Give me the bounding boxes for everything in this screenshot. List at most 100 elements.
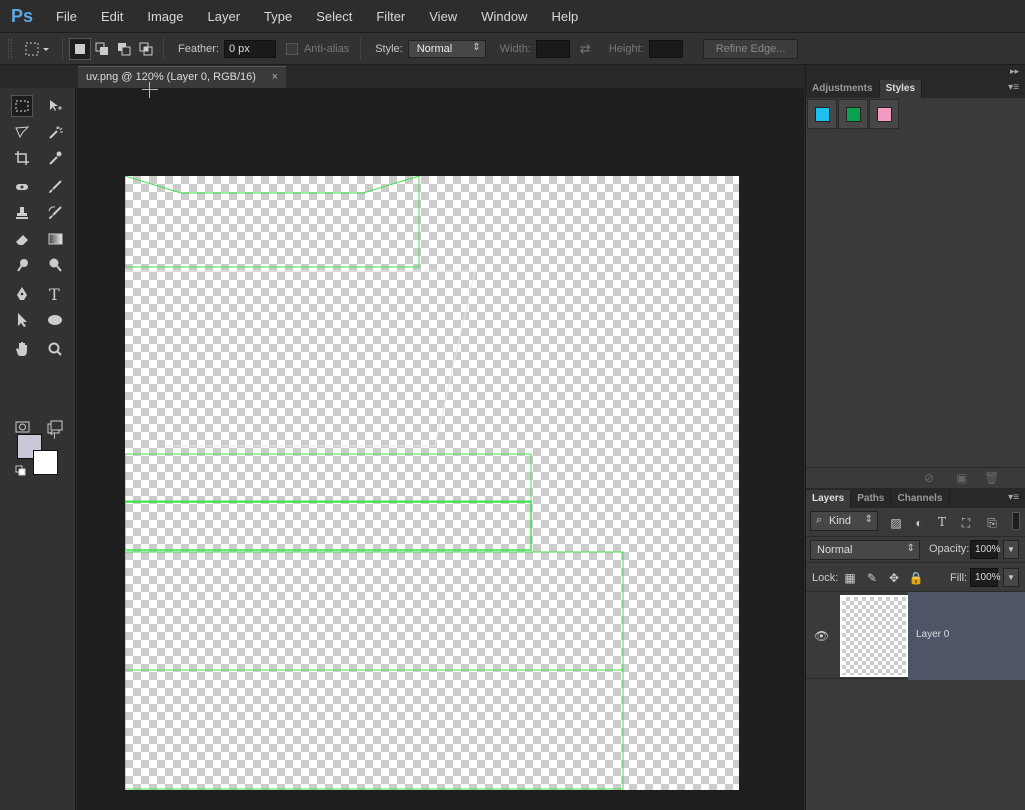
background-color-swatch[interactable] (33, 450, 58, 475)
fill-dropdown[interactable]: ▼ (1003, 568, 1019, 587)
width-input[interactable] (535, 39, 570, 58)
height-input[interactable] (648, 39, 683, 58)
fill-input[interactable]: 100% (970, 568, 1001, 587)
brush-tool[interactable] (44, 176, 66, 198)
feather-input[interactable]: 0 px (223, 39, 276, 58)
quick-mask-button[interactable] (11, 416, 33, 438)
move-tool[interactable] (44, 95, 66, 117)
style-swatch-blue[interactable] (807, 99, 837, 129)
clear-style-icon[interactable]: ⊘ (924, 471, 934, 485)
subtract-selection-button[interactable] (113, 38, 135, 60)
menu-file[interactable]: File (44, 0, 89, 33)
tab-channels[interactable]: Channels (891, 490, 950, 508)
tab-adjustments[interactable]: Adjustments (806, 80, 880, 98)
filter-type-icon[interactable]: T (934, 515, 950, 529)
crop-tool[interactable] (11, 147, 33, 169)
panel-dock-header: ▸▸ (806, 66, 1025, 78)
delete-style-icon[interactable]: 🗑 (984, 471, 999, 485)
lasso-tool[interactable] (11, 121, 33, 143)
ellipse-icon (48, 315, 62, 325)
filter-pixel-icon[interactable]: ▨ (888, 516, 904, 530)
options-grip[interactable] (8, 38, 12, 59)
menu-filter[interactable]: Filter (364, 0, 417, 33)
default-colors-icon[interactable] (15, 465, 27, 480)
layers-panel-tabs: Layers Paths Channels ▾≡ (806, 488, 1025, 508)
rect-marquee-tool[interactable] (11, 95, 33, 117)
menu-view[interactable]: View (417, 0, 469, 33)
intersect-selection-icon (139, 42, 153, 55)
visibility-eye-icon[interactable]: 👁 (814, 629, 829, 643)
uv-layout-overlay (125, 176, 624, 790)
menu-layer[interactable]: Layer (196, 0, 253, 33)
canvas-area[interactable] (77, 88, 804, 810)
crosshair-cursor-icon (142, 82, 158, 98)
history-brush-tool[interactable] (44, 202, 66, 224)
ellipse-tool[interactable] (44, 309, 66, 331)
opacity-input[interactable]: 100% (970, 540, 1001, 559)
height-label: Height: (608, 42, 644, 55)
layer-name[interactable]: Layer 0 (916, 629, 949, 640)
path-selection-tool[interactable] (11, 309, 33, 331)
lock-position-icon[interactable]: ✥ (886, 571, 902, 585)
menu-help[interactable]: Help (539, 0, 590, 33)
opacity-dropdown[interactable]: ▼ (1003, 540, 1019, 559)
document-tab[interactable]: uv.png @ 120% (Layer 0, RGB/16) × (78, 66, 286, 88)
feather-label: Feather: (178, 42, 219, 55)
swap-dimensions-icon[interactable]: ⇄ (580, 41, 591, 57)
layer-thumbnail[interactable] (840, 595, 908, 677)
close-tab-icon[interactable]: × (272, 71, 278, 83)
menu-select[interactable]: Select (304, 0, 364, 33)
menu-image[interactable]: Image (135, 0, 195, 33)
menu-window[interactable]: Window (469, 0, 539, 33)
menu-type[interactable]: Type (252, 0, 304, 33)
pen-tool[interactable] (11, 283, 33, 305)
type-tool[interactable]: T (44, 283, 66, 305)
smudge-tool[interactable] (11, 254, 33, 276)
add-to-selection-button[interactable] (91, 38, 113, 60)
layer-filter-row: Kind ⌕ ▨ ◐ T ⛶ ⎘ (806, 508, 1025, 536)
style-select[interactable]: Normal (407, 39, 486, 58)
intersect-selection-button[interactable] (135, 38, 157, 60)
eyedropper-tool[interactable] (44, 147, 66, 169)
history-brush-icon (48, 206, 62, 219)
layers-panel: Layers Paths Channels ▾≡ Kind ⌕ ▨ ◐ T ⛶ … (806, 488, 1025, 810)
refine-edge-button[interactable]: Refine Edge... (702, 38, 799, 59)
lock-all-icon[interactable]: 🔒 (908, 571, 924, 585)
magic-wand-tool[interactable] (44, 121, 66, 143)
photoshop-logo: Ps (10, 5, 34, 26)
clone-stamp-tool[interactable] (11, 202, 33, 224)
layers-panel-menu-icon[interactable]: ▾≡ (1008, 492, 1019, 503)
lock-image-icon[interactable]: ✎ (864, 571, 880, 585)
new-selection-button[interactable] (69, 37, 91, 60)
style-swatch-green[interactable] (838, 99, 868, 129)
tab-layers[interactable]: Layers (806, 490, 852, 508)
zoom-tool[interactable] (44, 338, 66, 360)
rect-marquee-icon (15, 100, 29, 112)
styles-panel: Adjustments Styles ▾≡ ⊘ ▣ 🗑 (806, 78, 1025, 488)
eraser-tool[interactable] (11, 228, 33, 250)
tab-styles[interactable]: Styles (879, 80, 923, 98)
document-canvas[interactable] (125, 176, 739, 790)
gradient-tool[interactable] (44, 228, 66, 250)
screen-mode-button[interactable] (44, 416, 66, 438)
new-style-icon[interactable]: ▣ (956, 471, 967, 485)
panel-collapse-icon[interactable]: ▸▸ (1010, 66, 1019, 77)
styles-footer: ⊘ ▣ 🗑 (806, 467, 1025, 488)
hand-tool[interactable] (11, 338, 33, 360)
tool-preset-picker[interactable] (18, 38, 56, 60)
panel-menu-icon[interactable]: ▾≡ (1008, 82, 1019, 93)
filter-adjustment-icon[interactable]: ◐ (911, 516, 927, 530)
dodge-tool[interactable] (44, 254, 66, 276)
tab-paths[interactable]: Paths (851, 490, 892, 508)
menu-edit[interactable]: Edit (89, 0, 135, 33)
style-swatch-pink[interactable] (869, 99, 899, 129)
layer-row[interactable]: 👁 Layer 0 (806, 591, 1025, 680)
filter-toggle[interactable] (1012, 512, 1020, 530)
filter-shape-icon[interactable]: ⛶ (958, 516, 974, 530)
eraser-icon (16, 235, 28, 245)
antialias-checkbox[interactable] (285, 42, 298, 55)
spot-healing-tool[interactable] (11, 176, 33, 198)
filter-smart-object-icon[interactable]: ⎘ (984, 516, 1000, 530)
blend-mode-select[interactable]: Normal (810, 540, 920, 560)
lock-transparent-icon[interactable]: ▦ (842, 571, 858, 585)
